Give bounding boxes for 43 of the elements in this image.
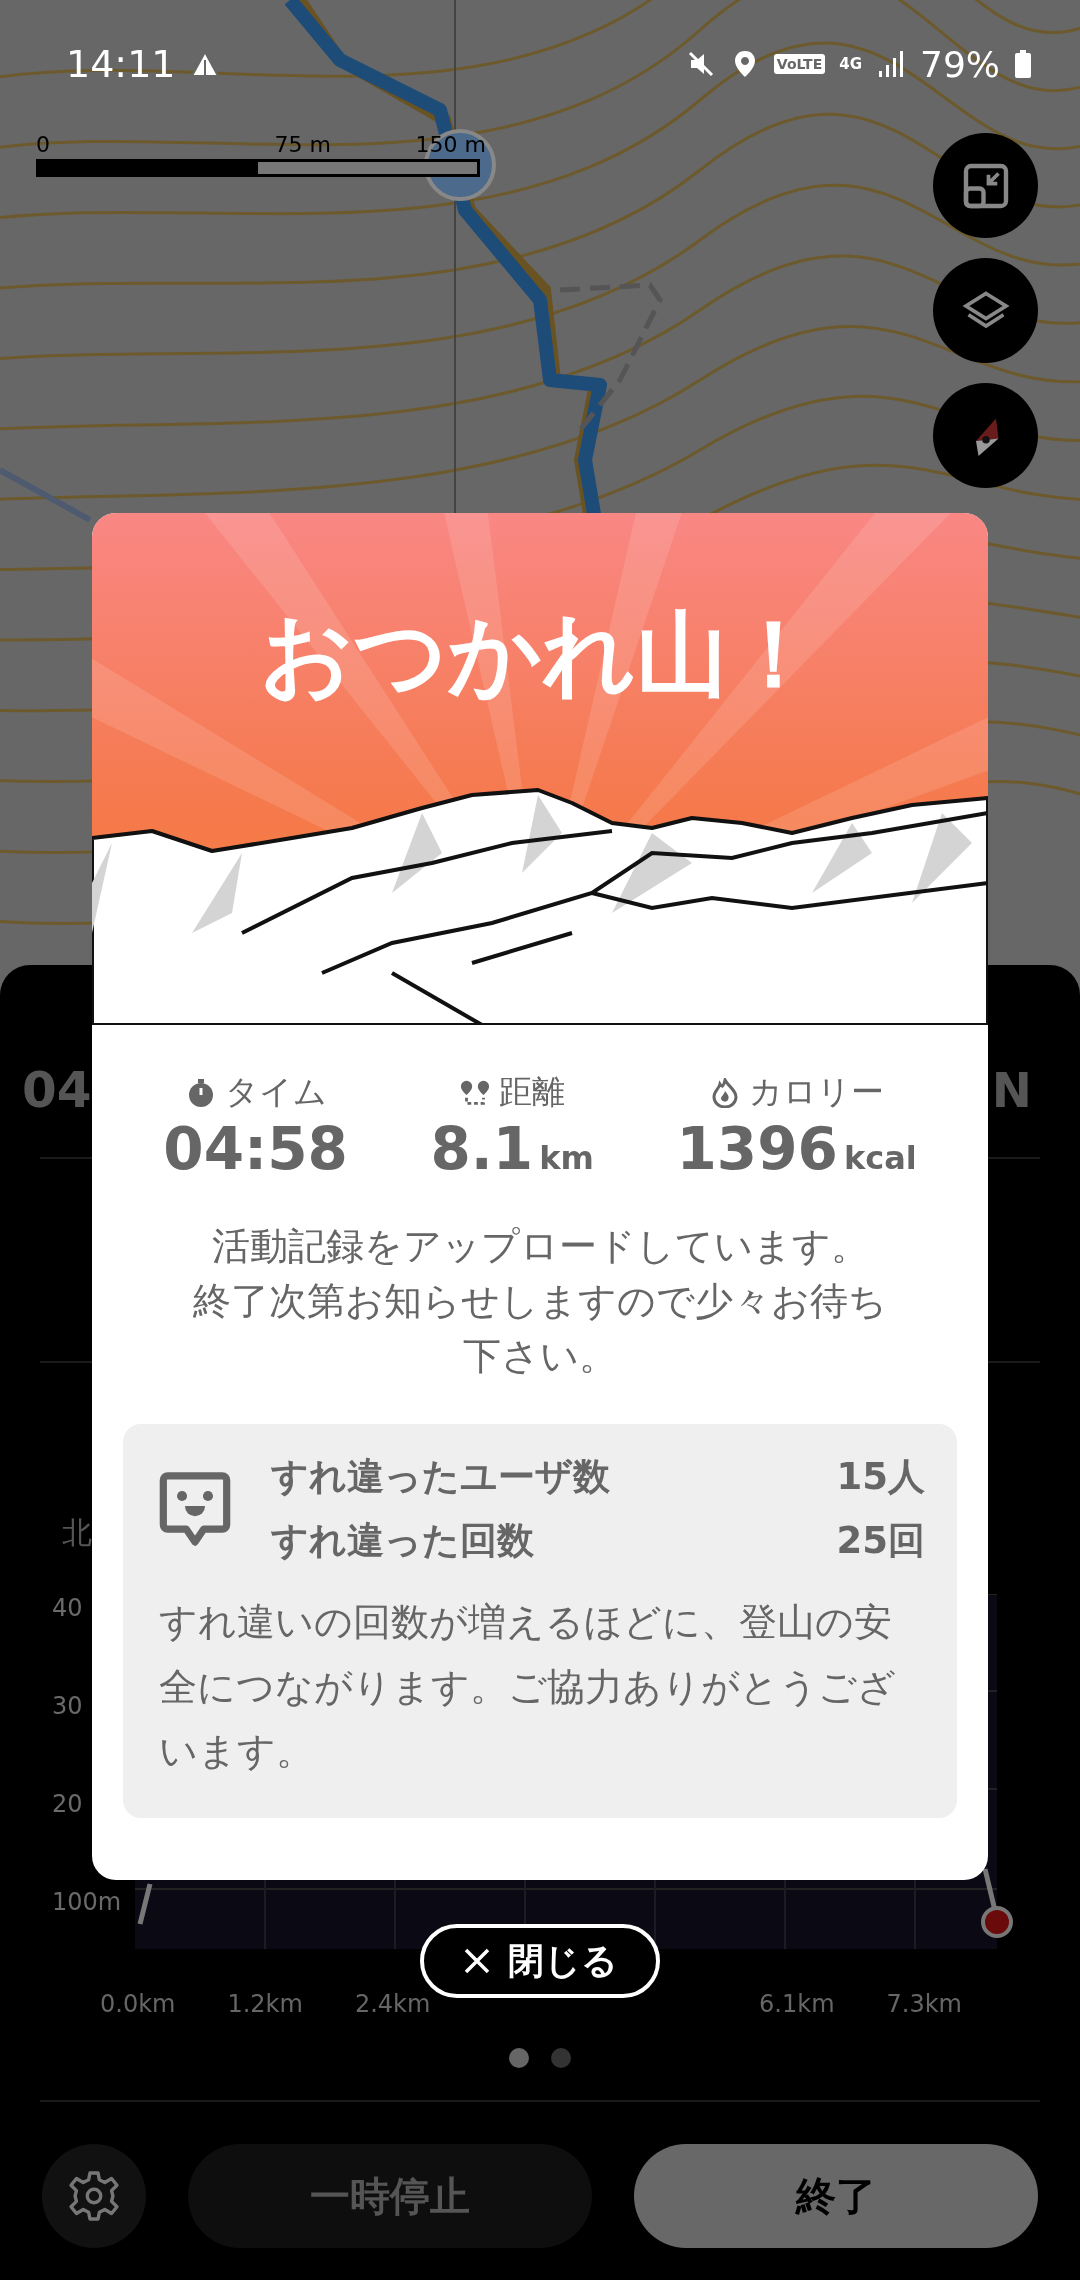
encounter-note: すれ違いの回数が増えるほどに、登山の安全につながります。ご協力ありがとうございます。 [159, 1599, 897, 1776]
signal-icon [876, 49, 906, 79]
close-button[interactable]: 閉じる [420, 1924, 660, 1998]
stat-label: タイム [224, 1071, 327, 1113]
encounter-label: すれ違った回数 [271, 1518, 534, 1565]
axis-label: 20 [52, 1790, 84, 1820]
axis-label: 0.0km [100, 1990, 176, 2018]
scale-label: 150 m [415, 132, 486, 157]
axis-label: 40 [52, 1594, 84, 1624]
finish-button[interactable]: 終了 [634, 2144, 1038, 2248]
battery-percentage: 79% [920, 43, 1000, 85]
smiley-speech-bubble-icon [159, 1470, 231, 1549]
stat-unit: kcal [843, 1139, 917, 1177]
settings-icon [67, 2169, 121, 2223]
page-indicator-dot[interactable] [509, 2048, 529, 2068]
axis-label: 1.2km [227, 1990, 303, 2018]
scale-label: 0 [36, 132, 50, 157]
upload-message: 活動記録をアップロードしています。 [211, 1223, 869, 1270]
axis-label: 7.3km [886, 1990, 962, 2018]
upload-message: 終了次第お知らせしますので少々お待ち下さい。 [192, 1278, 888, 1381]
encounter-count: 15人 [836, 1454, 925, 1501]
volte-indicator: VoLTE [773, 54, 826, 74]
axis-label: 100m [52, 1888, 123, 1918]
chart-label: 北 [62, 1514, 92, 1552]
stat-label: 距離 [499, 1071, 566, 1113]
stat-value: 1396 [676, 1115, 838, 1183]
close-icon [462, 1946, 492, 1976]
stat-unit: km [539, 1139, 594, 1177]
stat-label: カロリー [749, 1071, 885, 1113]
dialog-title: おつかれ山！ [259, 600, 821, 710]
battery-icon [1014, 49, 1032, 79]
elapsed-time: 04 [22, 1061, 92, 1119]
status-time: 14:11 [66, 42, 176, 86]
scale-label: 75 m [274, 132, 331, 157]
stat-value: 8.1 [430, 1115, 534, 1183]
compass-north: N [991, 1062, 1032, 1118]
axis-label: 30 [52, 1692, 84, 1722]
stat-value: 04:58 [163, 1115, 348, 1183]
axis-label: 6.1km [759, 1990, 835, 2018]
encounter-count: 25回 [836, 1518, 925, 1565]
page-indicator-dot[interactable] [551, 2048, 571, 2068]
encounter-label: すれ違ったユーザ数 [271, 1454, 610, 1501]
network-indicator: 4G [839, 55, 862, 73]
